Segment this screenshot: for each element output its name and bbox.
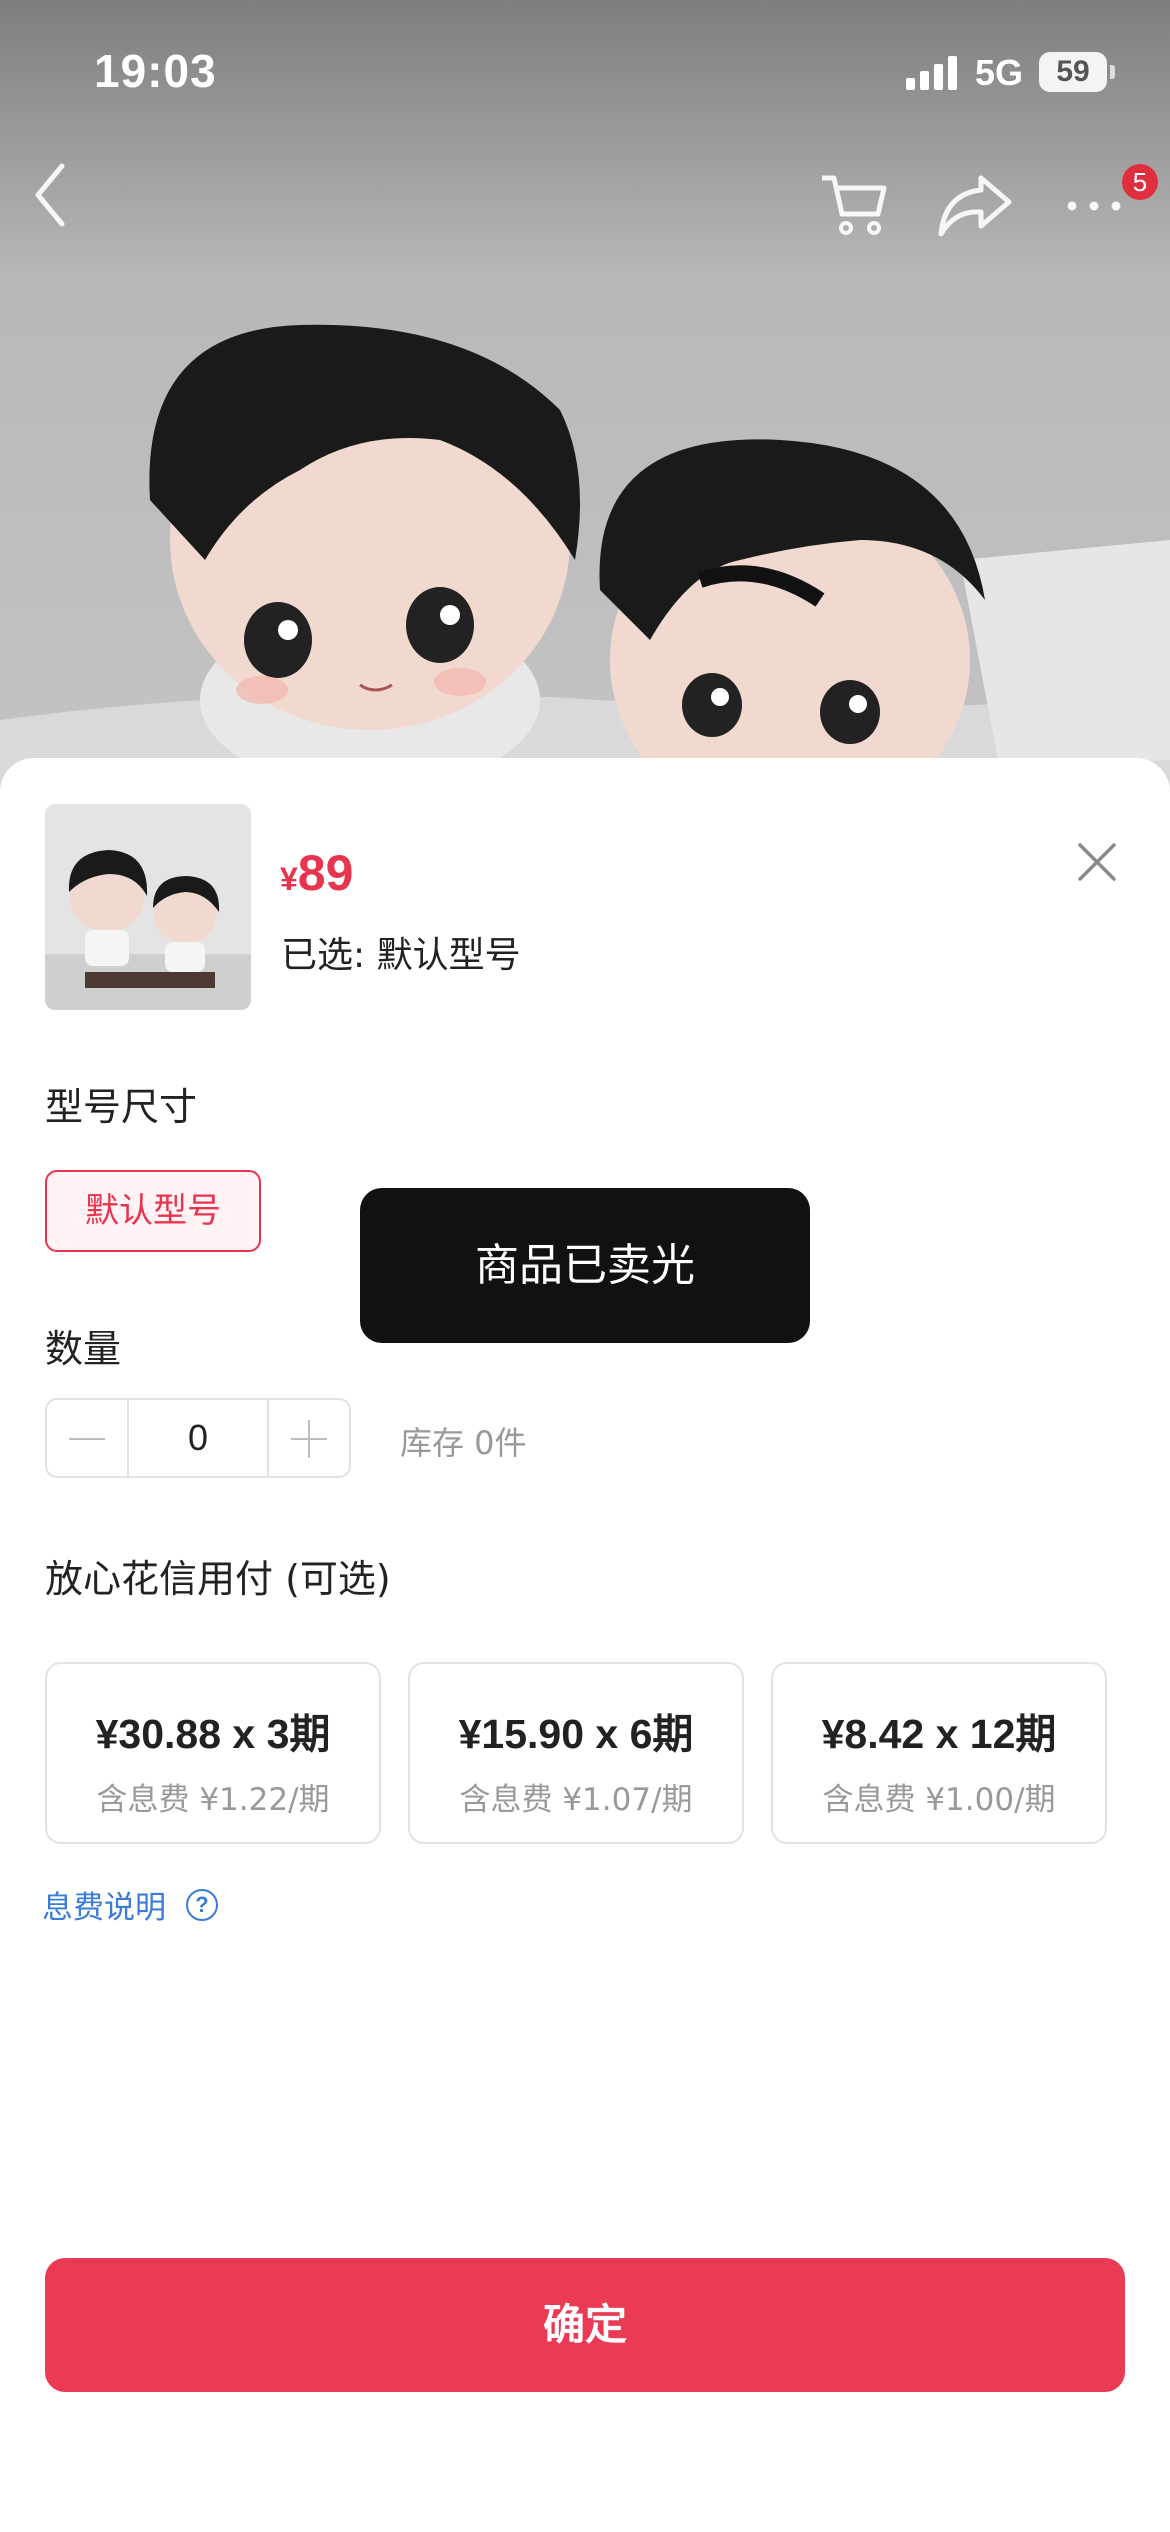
increase-button[interactable]: [269, 1400, 349, 1476]
decrease-button[interactable]: [47, 1400, 127, 1476]
share-icon[interactable]: [935, 172, 1015, 238]
installment-plan-6[interactable]: ¥15.90 x 6期 含息费 ¥1.07/期: [408, 1662, 744, 1844]
selected-variant-text: 已选: 默认型号: [281, 935, 521, 976]
installment-plans: ¥30.88 x 3期 含息费 ¥1.22/期 ¥15.90 x 6期 含息费 …: [45, 1662, 1107, 1844]
message-badge: 5: [1122, 164, 1158, 200]
signal-icon: [906, 56, 957, 90]
cart-icon[interactable]: [818, 168, 890, 240]
plan-amount: ¥8.42 x 12期: [821, 1711, 1057, 1757]
plan-amount: ¥30.88 x 3期: [95, 1711, 331, 1757]
fee-explanation-label: 息费说明: [42, 1890, 166, 1926]
plan-fee: 含息费 ¥1.22/期: [96, 1782, 330, 1818]
back-icon[interactable]: [30, 160, 70, 230]
quantity-value[interactable]: 0: [127, 1400, 269, 1476]
price-currency: ¥: [280, 861, 298, 897]
status-bar: 19:03 5G 59: [0, 0, 1170, 140]
sku-selector-sheet: ¥89 已选: 默认型号 型号尺寸 默认型号 数量 0 库存 0件 放心花信用付…: [0, 758, 1170, 2532]
network-type: 5G: [975, 52, 1024, 93]
more-icon[interactable]: [1066, 200, 1122, 212]
close-icon[interactable]: [1076, 841, 1118, 883]
plan-fee: 含息费 ¥1.07/期: [459, 1782, 693, 1818]
stock-text: 库存 0件: [400, 1424, 527, 1462]
plan-amount: ¥15.90 x 6期: [458, 1711, 694, 1757]
confirm-button[interactable]: 确定: [45, 2258, 1125, 2392]
credit-section-title: 放心花信用付 (可选): [45, 1557, 391, 1601]
installment-plan-3[interactable]: ¥30.88 x 3期 含息费 ¥1.22/期: [45, 1662, 381, 1844]
spec-section-title: 型号尺寸: [45, 1085, 198, 1129]
quantity-section-title: 数量: [45, 1327, 122, 1371]
help-icon: ?: [186, 1888, 218, 1921]
battery-icon: 59: [1039, 52, 1107, 92]
sold-out-toast: 商品已卖光: [360, 1188, 810, 1343]
price: ¥89: [280, 844, 353, 902]
battery-cap: [1110, 65, 1115, 79]
price-value: 89: [297, 845, 354, 901]
status-time: 19:03: [94, 45, 217, 97]
installment-plan-12[interactable]: ¥8.42 x 12期 含息费 ¥1.00/期: [771, 1662, 1107, 1844]
quantity-stepper: 0: [45, 1398, 351, 1478]
variant-option-default[interactable]: 默认型号: [45, 1170, 261, 1252]
product-thumbnail: [45, 804, 251, 1010]
plan-fee: 含息费 ¥1.00/期: [822, 1782, 1056, 1818]
fee-explanation-link[interactable]: 息费说明 ?: [42, 1882, 218, 1927]
